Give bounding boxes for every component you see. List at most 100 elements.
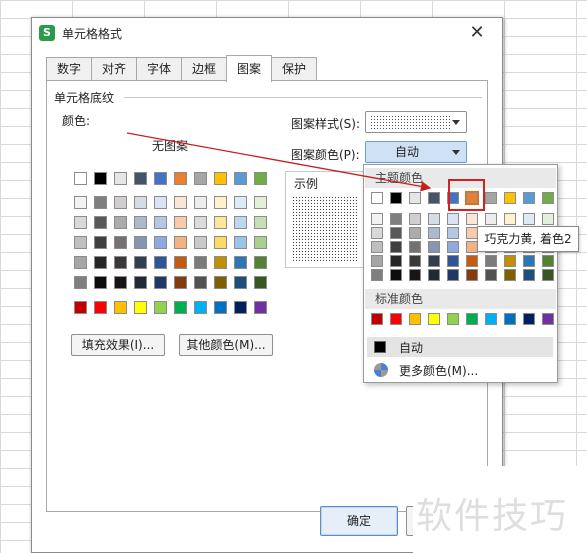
popup-theme-swatch[interactable]	[371, 269, 383, 281]
palette-swatch[interactable]	[174, 196, 187, 209]
popup-theme-swatch[interactable]	[485, 269, 497, 281]
palette-swatch[interactable]	[234, 256, 247, 269]
pattern-style-dropdown[interactable]	[365, 111, 467, 133]
palette-swatch[interactable]	[254, 216, 267, 229]
popup-standard-swatch[interactable]	[371, 313, 383, 325]
palette-swatch[interactable]	[94, 172, 107, 185]
popup-theme-swatch[interactable]	[485, 213, 497, 225]
popup-theme-swatch[interactable]	[371, 255, 383, 267]
palette-swatch[interactable]	[174, 236, 187, 249]
palette-swatch[interactable]	[154, 256, 167, 269]
other-colors-button[interactable]: 其他颜色(M)...	[179, 334, 273, 356]
popup-theme-swatch[interactable]	[523, 269, 535, 281]
popup-theme-swatch[interactable]	[504, 192, 516, 204]
palette-swatch[interactable]	[74, 276, 87, 289]
popup-theme-swatch[interactable]	[447, 269, 459, 281]
popup-theme-swatch[interactable]	[371, 241, 383, 253]
popup-theme-swatch[interactable]	[428, 227, 440, 239]
popup-theme-swatch[interactable]	[542, 213, 554, 225]
palette-swatch[interactable]	[214, 276, 227, 289]
popup-standard-swatch[interactable]	[485, 313, 497, 325]
palette-swatch[interactable]	[134, 256, 147, 269]
palette-swatch[interactable]	[74, 216, 87, 229]
tab-number[interactable]: 数字	[46, 57, 92, 80]
palette-swatch[interactable]	[194, 172, 207, 185]
palette-swatch[interactable]	[174, 256, 187, 269]
popup-theme-swatch[interactable]	[504, 213, 516, 225]
tab-alignment[interactable]: 对齐	[91, 57, 137, 80]
popup-theme-swatch[interactable]	[523, 213, 535, 225]
fill-effects-button[interactable]: 填充效果(I)...	[71, 334, 165, 356]
palette-swatch[interactable]	[114, 256, 127, 269]
no-pattern-option[interactable]: 无图案	[152, 137, 188, 154]
tab-border[interactable]: 边框	[181, 57, 227, 80]
palette-swatch[interactable]	[94, 236, 107, 249]
palette-swatch[interactable]	[74, 236, 87, 249]
palette-swatch[interactable]	[234, 172, 247, 185]
palette-swatch[interactable]	[154, 172, 167, 185]
palette-swatch[interactable]	[194, 216, 207, 229]
popup-standard-swatch[interactable]	[447, 313, 459, 325]
ok-button[interactable]: 确定	[320, 506, 398, 536]
palette-swatch[interactable]	[234, 276, 247, 289]
popup-standard-swatch[interactable]	[390, 313, 402, 325]
popup-theme-swatch[interactable]	[447, 241, 459, 253]
popup-standard-swatch[interactable]	[523, 313, 535, 325]
popup-theme-swatch[interactable]	[447, 255, 459, 267]
palette-swatch[interactable]	[94, 196, 107, 209]
palette-swatch[interactable]	[234, 216, 247, 229]
palette-swatch[interactable]	[234, 196, 247, 209]
palette-swatch[interactable]	[254, 236, 267, 249]
palette-swatch[interactable]	[74, 256, 87, 269]
popup-theme-swatch[interactable]	[447, 227, 459, 239]
palette-swatch[interactable]	[154, 276, 167, 289]
popup-standard-swatch[interactable]	[409, 313, 421, 325]
palette-swatch[interactable]	[74, 196, 87, 209]
close-icon[interactable]: ✕	[466, 23, 488, 43]
popup-theme-swatch[interactable]	[390, 255, 402, 267]
palette-swatch[interactable]	[154, 236, 167, 249]
popup-theme-swatch[interactable]	[409, 227, 421, 239]
palette-swatch[interactable]	[214, 256, 227, 269]
palette-swatch[interactable]	[114, 276, 127, 289]
tab-pattern[interactable]: 图案	[226, 55, 272, 82]
palette-swatch[interactable]	[174, 276, 187, 289]
palette-swatch[interactable]	[154, 196, 167, 209]
palette-swatch[interactable]	[114, 236, 127, 249]
palette-swatch[interactable]	[214, 216, 227, 229]
palette-swatch[interactable]	[254, 301, 267, 314]
tab-protection[interactable]: 保护	[271, 57, 317, 80]
popup-theme-swatch[interactable]	[371, 213, 383, 225]
palette-swatch[interactable]	[254, 172, 267, 185]
popup-theme-swatch[interactable]	[409, 241, 421, 253]
popup-theme-swatch[interactable]	[504, 269, 516, 281]
palette-swatch[interactable]	[134, 236, 147, 249]
popup-theme-swatch[interactable]	[542, 269, 554, 281]
palette-swatch[interactable]	[94, 216, 107, 229]
palette-swatch[interactable]	[174, 172, 187, 185]
popup-standard-swatch[interactable]	[466, 313, 478, 325]
palette-swatch[interactable]	[254, 276, 267, 289]
palette-swatch[interactable]	[94, 276, 107, 289]
palette-swatch[interactable]	[194, 236, 207, 249]
tab-font[interactable]: 字体	[136, 57, 182, 80]
palette-swatch[interactable]	[174, 301, 187, 314]
palette-swatch[interactable]	[234, 301, 247, 314]
pattern-color-dropdown[interactable]: 自动	[365, 141, 467, 163]
palette-swatch[interactable]	[114, 216, 127, 229]
popup-theme-swatch[interactable]	[390, 192, 402, 204]
palette-swatch[interactable]	[134, 216, 147, 229]
palette-swatch[interactable]	[194, 256, 207, 269]
popup-theme-swatch[interactable]	[428, 192, 440, 204]
palette-swatch[interactable]	[114, 196, 127, 209]
palette-swatch[interactable]	[214, 196, 227, 209]
popup-theme-swatch[interactable]	[542, 255, 554, 267]
palette-swatch[interactable]	[134, 196, 147, 209]
palette-swatch[interactable]	[254, 196, 267, 209]
palette-swatch[interactable]	[114, 172, 127, 185]
palette-swatch[interactable]	[114, 301, 127, 314]
palette-swatch[interactable]	[194, 301, 207, 314]
palette-swatch[interactable]	[194, 276, 207, 289]
palette-swatch[interactable]	[134, 301, 147, 314]
popup-theme-swatch[interactable]	[390, 227, 402, 239]
